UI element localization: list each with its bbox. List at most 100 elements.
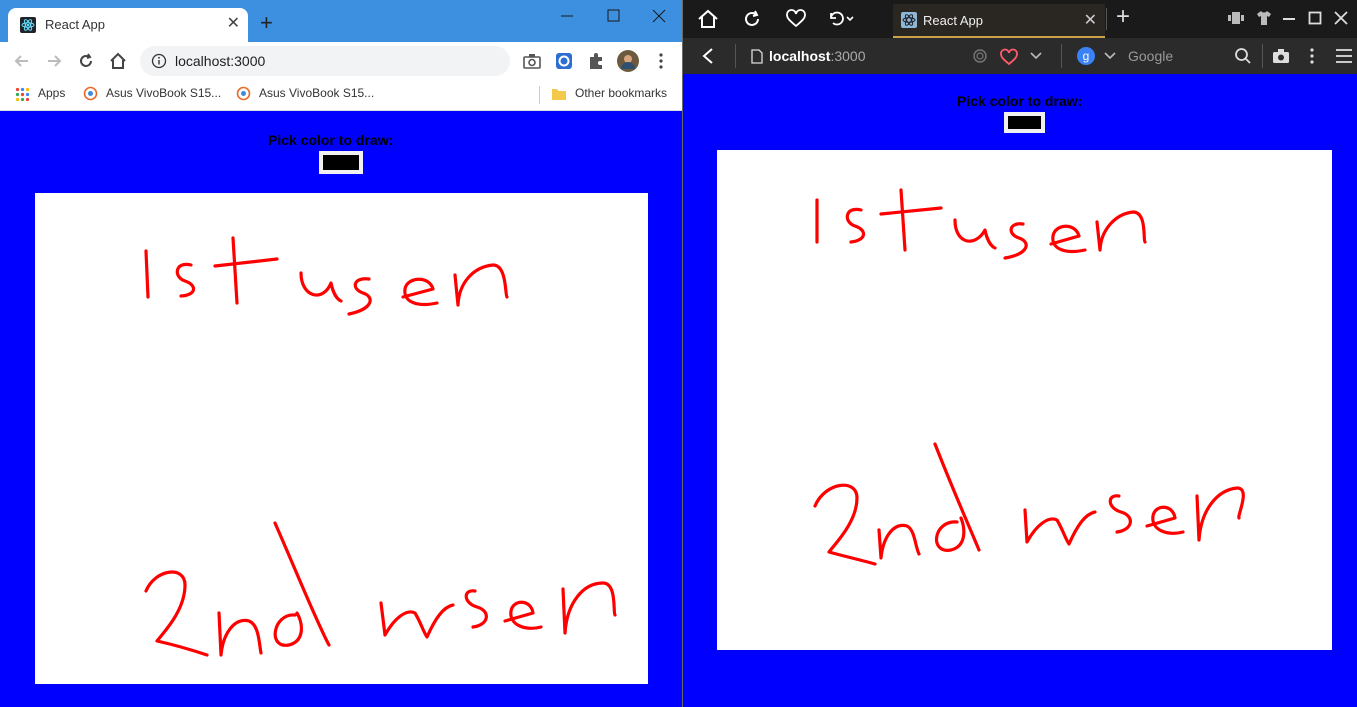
tab-react-app[interactable]: React App ✕ <box>8 8 248 42</box>
stroke-r-2 <box>561 581 617 635</box>
menu-kebab-icon[interactable] <box>1307 47 1317 65</box>
stroke-1 <box>144 249 150 299</box>
back-icon[interactable] <box>701 47 715 65</box>
folder-icon <box>552 89 566 100</box>
bookmark-favicon-icon <box>236 86 251 101</box>
google-search-engine-icon[interactable]: g <box>1076 46 1096 66</box>
snap-icon[interactable] <box>1228 11 1244 25</box>
stroke-e-2 <box>503 600 543 630</box>
bookmark-other[interactable]: Other bookmarks <box>575 86 667 100</box>
stroke-s <box>845 207 866 244</box>
url-host: localhost <box>769 48 831 64</box>
camera-icon[interactable] <box>522 51 542 71</box>
stroke-e <box>401 277 439 307</box>
url-text[interactable]: localhost:3000 <box>769 48 866 64</box>
addr-divider <box>735 44 736 68</box>
heart-icon[interactable] <box>785 9 807 29</box>
stroke-t-vertical <box>899 188 907 252</box>
drawing-canvas[interactable] <box>717 150 1332 650</box>
chevron-down-icon[interactable] <box>1029 51 1043 61</box>
close-tab-icon[interactable]: ✕ <box>1084 10 1097 30</box>
search-input[interactable]: Google <box>1128 48 1173 64</box>
color-picker[interactable] <box>319 151 363 174</box>
stroke-r <box>453 263 509 307</box>
camera-snapshot-icon[interactable] <box>1272 48 1290 64</box>
stroke-s <box>175 262 196 298</box>
stroke-t-cross <box>213 257 279 268</box>
new-tab-button[interactable]: + <box>260 11 273 35</box>
extensions-puzzle-icon[interactable] <box>586 51 606 71</box>
bookmarks-divider <box>539 86 540 104</box>
pick-color-label: Pick color to draw: <box>957 93 1083 109</box>
close-window-icon[interactable] <box>1333 10 1349 26</box>
stroke-u <box>953 218 997 250</box>
stroke-2 <box>813 483 877 566</box>
opera-tab-strip: React App ✕ + <box>683 0 1357 38</box>
bookmark-apps[interactable]: Apps <box>38 86 65 100</box>
undo-history-icon[interactable] <box>826 9 856 29</box>
home-icon[interactable] <box>697 9 719 29</box>
bookmark-asus-2[interactable]: Asus VivoBook S15... <box>259 86 374 100</box>
address-bar[interactable]: localhost:3000 <box>140 46 510 76</box>
tab-react-app[interactable]: React App ✕ <box>893 4 1105 38</box>
stroke-r-2 <box>1195 486 1245 542</box>
maximize-icon[interactable] <box>1307 10 1323 26</box>
tab-title: React App <box>45 17 105 32</box>
bookmark-favicon-icon <box>83 86 98 101</box>
color-picker[interactable] <box>1004 112 1045 133</box>
svg-text:g: g <box>1083 49 1090 63</box>
easy-setup-menu-icon[interactable] <box>1335 48 1353 64</box>
drawing-strokes <box>144 236 617 657</box>
stroke-s-3 <box>464 589 488 629</box>
reload-icon[interactable] <box>76 51 96 71</box>
stroke-n <box>217 611 263 657</box>
stroke-r <box>1095 210 1147 252</box>
menu-kebab-icon[interactable] <box>651 51 671 71</box>
addr-divider-2 <box>1061 44 1062 68</box>
minimize-icon[interactable] <box>1281 10 1297 26</box>
stroke-s-2 <box>1003 222 1028 260</box>
opera-address-bar-row: localhost:3000 g Google <box>683 38 1357 74</box>
forward-icon[interactable] <box>44 51 64 71</box>
chevron-down-icon[interactable] <box>1103 51 1117 61</box>
info-icon[interactable] <box>151 53 167 69</box>
stroke-t-vertical <box>231 236 239 305</box>
shirt-theme-icon[interactable] <box>1256 10 1272 26</box>
react-logo-icon <box>20 17 36 33</box>
new-tab-button[interactable]: + <box>1116 4 1130 30</box>
stroke-e <box>1049 224 1087 254</box>
home-icon[interactable] <box>108 51 128 71</box>
extension-blue-icon[interactable] <box>554 51 574 71</box>
stroke-s-2 <box>347 277 372 316</box>
stroke-w <box>1023 508 1097 546</box>
addr-divider-3 <box>1262 44 1263 68</box>
stroke-s-3 <box>1108 494 1132 534</box>
tab-divider <box>1106 8 1107 30</box>
maximize-icon[interactable] <box>598 6 628 26</box>
bookmark-asus-1[interactable]: Asus VivoBook S15... <box>106 86 221 100</box>
reload-icon[interactable] <box>742 9 762 29</box>
chrome-window: React App ✕ + localhost:3000 Apps Asus V… <box>0 0 682 707</box>
stroke-d <box>933 442 981 552</box>
vpn-icon[interactable] <box>972 48 988 64</box>
bookmarks-bar: Apps Asus VivoBook S15... Asus VivoBook … <box>0 80 682 111</box>
react-logo-icon <box>901 12 917 28</box>
stroke-2 <box>144 570 209 657</box>
drawing-canvas[interactable] <box>35 193 648 684</box>
drawing-strokes <box>813 188 1245 566</box>
back-icon[interactable] <box>12 51 32 71</box>
heart-bookmark-icon[interactable] <box>999 48 1019 66</box>
tab-title: React App <box>923 13 983 28</box>
pick-color-label: Pick color to draw: <box>268 132 394 148</box>
stroke-t-cross <box>879 206 943 216</box>
url-text: localhost:3000 <box>175 53 266 69</box>
close-window-icon[interactable] <box>644 6 674 26</box>
profile-avatar[interactable] <box>617 50 639 72</box>
search-icon[interactable] <box>1234 47 1252 65</box>
stroke-d <box>273 521 331 647</box>
stroke-n <box>877 523 921 560</box>
minimize-icon[interactable] <box>552 6 582 26</box>
stroke-u <box>299 271 343 303</box>
close-tab-icon[interactable]: ✕ <box>227 15 240 33</box>
stroke-w <box>379 601 455 639</box>
